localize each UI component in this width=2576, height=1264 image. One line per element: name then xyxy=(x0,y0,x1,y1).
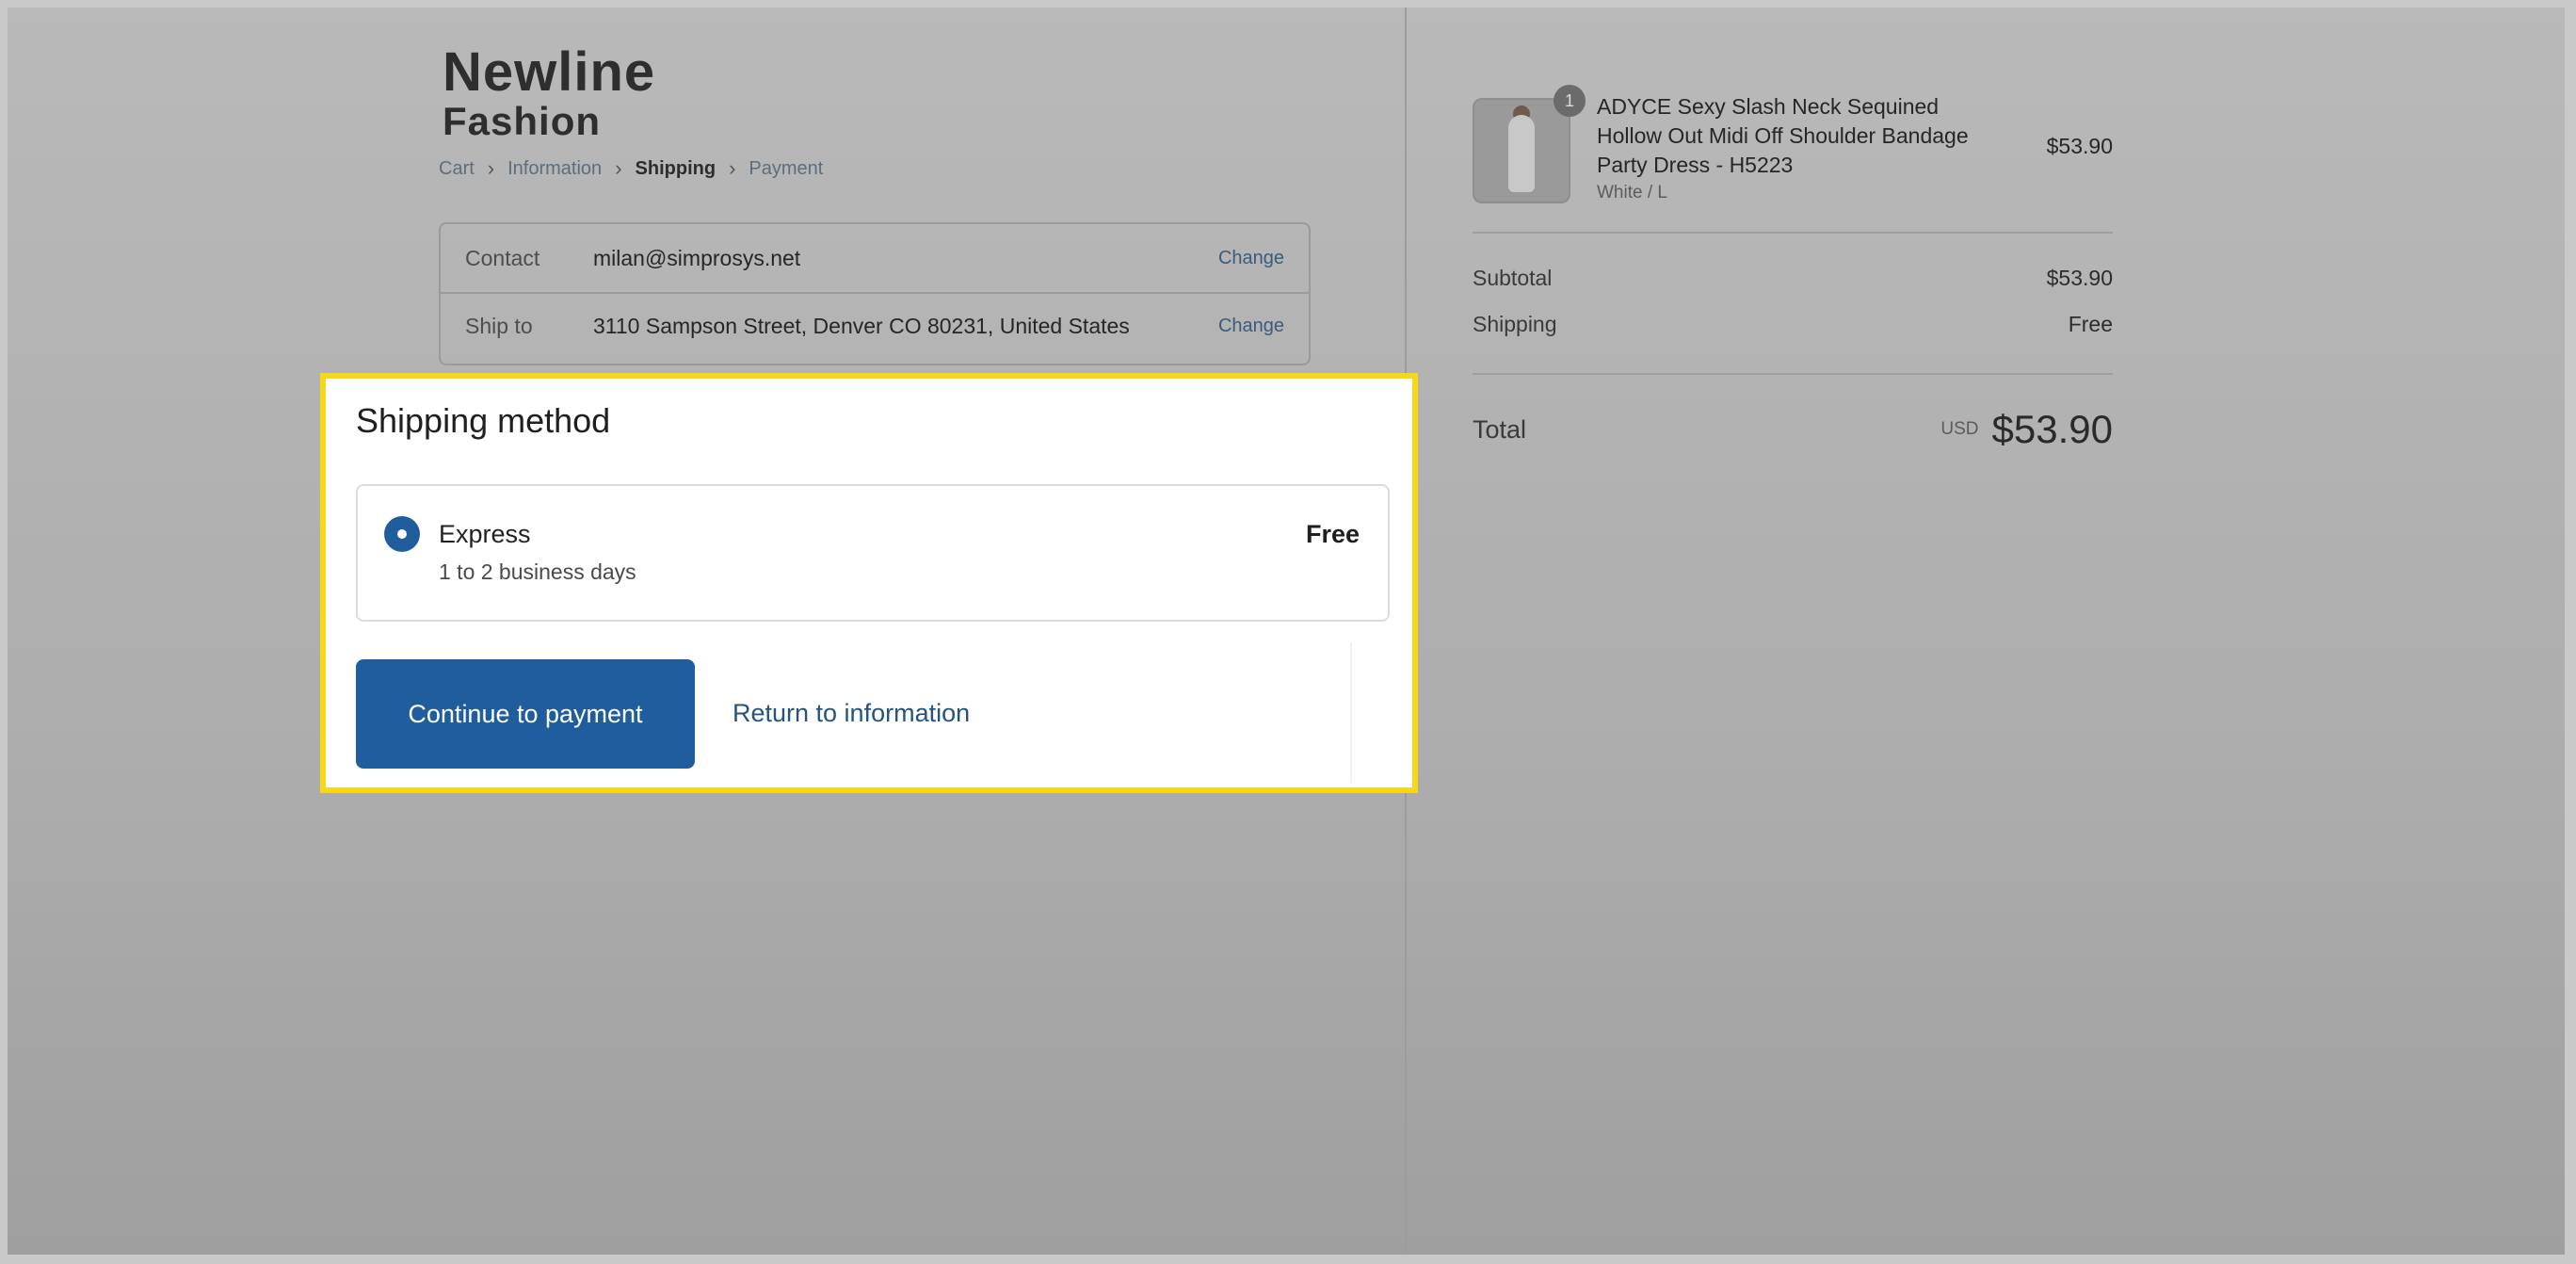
chevron-right-icon: › xyxy=(487,156,495,180)
breadcrumb: Cart › Information › Shipping › Payment xyxy=(439,156,823,181)
shipping-row: Shipping Free xyxy=(1473,312,2113,337)
subtotal-label: Subtotal xyxy=(1473,266,1553,290)
store-logo[interactable]: Newline Fashion xyxy=(443,45,655,141)
currency-code: USD xyxy=(1940,419,1979,439)
total-amount: USD $53.90 xyxy=(1940,407,2113,452)
total-label: Total xyxy=(1473,414,1527,444)
change-address-link[interactable]: Change xyxy=(1218,316,1309,337)
contact-row: Contact milan@simprosys.net Change xyxy=(441,224,1309,294)
shipping-method-title: Shipping method xyxy=(356,401,611,440)
summary-divider xyxy=(1473,232,2113,234)
store-logo-line2: Fashion xyxy=(443,99,602,143)
divider xyxy=(1350,642,1352,784)
shipping-label: Shipping xyxy=(1473,312,1557,336)
chevron-right-icon: › xyxy=(729,156,736,180)
shipping-option-express[interactable]: Express 1 to 2 business days Free xyxy=(356,484,1390,622)
ship-to-value: 3110 Sampson Street, Denver CO 80231, Un… xyxy=(593,313,1130,338)
ship-to-row: Ship to 3110 Sampson Street, Denver CO 8… xyxy=(441,292,1309,360)
quantity-badge: 1 xyxy=(1554,85,1586,117)
shipping-value: Free xyxy=(2068,312,2113,336)
product-name: ADYCE Sexy Slash Neck Sequined Hollow Ou… xyxy=(1597,94,1969,177)
change-contact-link[interactable]: Change xyxy=(1218,248,1309,269)
breadcrumb-information[interactable]: Information xyxy=(507,158,602,180)
subtotal-value: $53.90 xyxy=(2046,266,2113,290)
return-to-information-link[interactable]: Return to information xyxy=(733,699,970,728)
breadcrumb-cart[interactable]: Cart xyxy=(439,158,475,180)
subtotal-row: Subtotal $53.90 xyxy=(1473,266,2113,291)
store-logo-line1: Newline xyxy=(443,41,656,103)
shipping-option-price: Free xyxy=(1305,520,1360,548)
contact-label: Contact xyxy=(465,245,540,270)
summary-divider xyxy=(1473,373,2113,375)
breadcrumb-shipping: Shipping xyxy=(635,157,716,179)
total-value: $53.90 xyxy=(1991,407,2113,451)
review-block: Contact milan@simprosys.net Change Ship … xyxy=(439,222,1311,365)
product-thumbnail xyxy=(1473,98,1570,203)
contact-value: milan@simprosys.net xyxy=(593,245,801,270)
chevron-right-icon: › xyxy=(615,156,622,180)
product-variant: White / L xyxy=(1597,183,1667,203)
total-row: Total USD $53.90 xyxy=(1473,407,2113,452)
ship-to-label: Ship to xyxy=(465,313,533,338)
shipping-method-panel: Shipping method Express 1 to 2 business … xyxy=(320,373,1418,793)
continue-to-payment-button[interactable]: Continue to payment xyxy=(356,659,695,769)
shipping-option-days: 1 to 2 business days xyxy=(439,559,636,584)
radio-selected-icon[interactable] xyxy=(384,516,420,552)
product-price: $53.90 xyxy=(2046,134,2113,158)
breadcrumb-payment: Payment xyxy=(749,157,824,179)
shipping-option-name: Express xyxy=(439,520,531,548)
